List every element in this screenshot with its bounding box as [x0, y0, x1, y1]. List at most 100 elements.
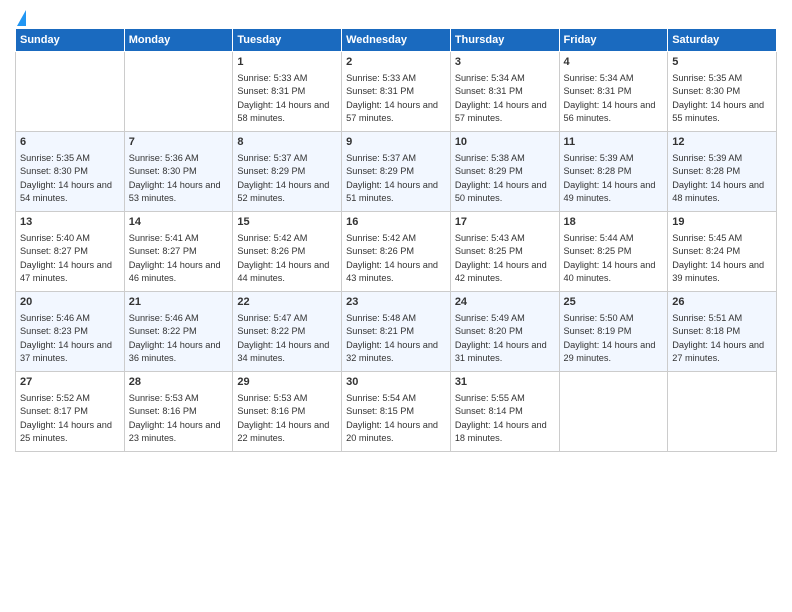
- calendar-cell: 16Sunrise: 5:42 AMSunset: 8:26 PMDayligh…: [342, 212, 451, 292]
- week-row-3: 13 Sunrise: 5:40 AMSunset: 8:27 PMDayligh…: [16, 212, 777, 292]
- calendar-cell: 1Sunrise: 5:33 AMSunset: 8:31 PMDaylight…: [233, 52, 342, 132]
- day-number: 24: [455, 295, 555, 310]
- calendar-cell: [124, 52, 233, 132]
- calendar-cell: 13 Sunrise: 5:40 AMSunset: 8:27 PMDayligh…: [16, 212, 125, 292]
- calendar-cell: 27 Sunrise: 5:52 AMSunset: 8:17 PMDayligh…: [16, 372, 125, 452]
- weekday-header-thursday: Thursday: [450, 29, 559, 52]
- day-number: 4: [564, 55, 664, 70]
- day-number: 6: [20, 135, 120, 150]
- day-number: 21: [129, 295, 229, 310]
- day-number: 5: [672, 55, 772, 70]
- calendar-cell: 7 Sunrise: 5:36 AMSunset: 8:30 PMDaylight…: [124, 132, 233, 212]
- calendar-cell: [16, 52, 125, 132]
- cell-detail: Sunrise: 5:33 AMSunset: 8:31 PMDaylight:…: [346, 73, 438, 124]
- day-number: 23: [346, 295, 446, 310]
- cell-detail: Sunrise: 5:39 AMSunset: 8:28 PMDaylight:…: [672, 153, 764, 204]
- day-number: 29: [237, 375, 337, 390]
- day-number: 25: [564, 295, 664, 310]
- weekday-header-tuesday: Tuesday: [233, 29, 342, 52]
- weekday-header-monday: Monday: [124, 29, 233, 52]
- cell-detail: Sunrise: 5:33 AMSunset: 8:31 PMDaylight:…: [237, 73, 329, 124]
- day-number: 17: [455, 215, 555, 230]
- day-number: 28: [129, 375, 229, 390]
- week-row-5: 27 Sunrise: 5:52 AMSunset: 8:17 PMDayligh…: [16, 372, 777, 452]
- calendar-cell: 14Sunrise: 5:41 AMSunset: 8:27 PMDayligh…: [124, 212, 233, 292]
- calendar-cell: [559, 372, 668, 452]
- calendar-cell: [668, 372, 777, 452]
- cell-detail: Sunrise: 5:45 AMSunset: 8:24 PMDaylight:…: [672, 233, 764, 284]
- calendar-cell: 4 Sunrise: 5:34 AMSunset: 8:31 PMDaylight…: [559, 52, 668, 132]
- week-row-2: 6Sunrise: 5:35 AMSunset: 8:30 PMDaylight…: [16, 132, 777, 212]
- calendar-table: SundayMondayTuesdayWednesdayThursdayFrid…: [15, 28, 777, 452]
- cell-detail: Sunrise: 5:46 AMSunset: 8:22 PMDaylight:…: [129, 313, 221, 364]
- cell-detail: Sunrise: 5:50 AMSunset: 8:19 PMDaylight:…: [564, 313, 656, 364]
- cell-detail: Sunrise: 5:53 AMSunset: 8:16 PMDaylight:…: [129, 393, 221, 444]
- calendar-cell: 31Sunrise: 5:55 AMSunset: 8:14 PMDayligh…: [450, 372, 559, 452]
- day-number: 12: [672, 135, 772, 150]
- calendar-cell: 28 Sunrise: 5:53 AMSunset: 8:16 PMDayligh…: [124, 372, 233, 452]
- day-number: 30: [346, 375, 446, 390]
- calendar-cell: 30Sunrise: 5:54 AMSunset: 8:15 PMDayligh…: [342, 372, 451, 452]
- cell-detail: Sunrise: 5:53 AMSunset: 8:16 PMDaylight:…: [237, 393, 329, 444]
- cell-detail: Sunrise: 5:52 AMSunset: 8:17 PMDaylight:…: [20, 393, 112, 444]
- cell-detail: Sunrise: 5:46 AMSunset: 8:23 PMDaylight:…: [20, 313, 112, 364]
- cell-detail: Sunrise: 5:51 AMSunset: 8:18 PMDaylight:…: [672, 313, 764, 364]
- cell-detail: Sunrise: 5:38 AMSunset: 8:29 PMDaylight:…: [455, 153, 547, 204]
- calendar-cell: 5 Sunrise: 5:35 AMSunset: 8:30 PMDaylight…: [668, 52, 777, 132]
- weekday-header-row: SundayMondayTuesdayWednesdayThursdayFrid…: [16, 29, 777, 52]
- day-number: 26: [672, 295, 772, 310]
- day-number: 13: [20, 215, 120, 230]
- calendar-cell: 6Sunrise: 5:35 AMSunset: 8:30 PMDaylight…: [16, 132, 125, 212]
- calendar-cell: 25 Sunrise: 5:50 AMSunset: 8:19 PMDayligh…: [559, 292, 668, 372]
- calendar-cell: 22 Sunrise: 5:47 AMSunset: 8:22 PMDayligh…: [233, 292, 342, 372]
- cell-detail: Sunrise: 5:40 AMSunset: 8:27 PMDaylight:…: [20, 233, 112, 284]
- week-row-4: 20 Sunrise: 5:46 AMSunset: 8:23 PMDayligh…: [16, 292, 777, 372]
- day-number: 11: [564, 135, 664, 150]
- calendar-cell: 20 Sunrise: 5:46 AMSunset: 8:23 PMDayligh…: [16, 292, 125, 372]
- calendar-cell: 15Sunrise: 5:42 AMSunset: 8:26 PMDayligh…: [233, 212, 342, 292]
- cell-detail: Sunrise: 5:47 AMSunset: 8:22 PMDaylight:…: [237, 313, 329, 364]
- day-number: 27: [20, 375, 120, 390]
- calendar-cell: 18 Sunrise: 5:44 AMSunset: 8:25 PMDayligh…: [559, 212, 668, 292]
- weekday-header-sunday: Sunday: [16, 29, 125, 52]
- cell-detail: Sunrise: 5:42 AMSunset: 8:26 PMDaylight:…: [237, 233, 329, 284]
- cell-detail: Sunrise: 5:34 AMSunset: 8:31 PMDaylight:…: [564, 73, 656, 124]
- calendar-cell: 8 Sunrise: 5:37 AMSunset: 8:29 PMDaylight…: [233, 132, 342, 212]
- header: [15, 10, 777, 20]
- day-number: 3: [455, 55, 555, 70]
- day-number: 14: [129, 215, 229, 230]
- cell-detail: Sunrise: 5:39 AMSunset: 8:28 PMDaylight:…: [564, 153, 656, 204]
- cell-detail: Sunrise: 5:42 AMSunset: 8:26 PMDaylight:…: [346, 233, 438, 284]
- calendar-cell: 3 Sunrise: 5:34 AMSunset: 8:31 PMDaylight…: [450, 52, 559, 132]
- cell-detail: Sunrise: 5:44 AMSunset: 8:25 PMDaylight:…: [564, 233, 656, 284]
- calendar-cell: 26 Sunrise: 5:51 AMSunset: 8:18 PMDayligh…: [668, 292, 777, 372]
- calendar-cell: 9 Sunrise: 5:37 AMSunset: 8:29 PMDaylight…: [342, 132, 451, 212]
- day-number: 10: [455, 135, 555, 150]
- day-number: 19: [672, 215, 772, 230]
- week-row-1: 1Sunrise: 5:33 AMSunset: 8:31 PMDaylight…: [16, 52, 777, 132]
- calendar-cell: 17Sunrise: 5:43 AMSunset: 8:25 PMDayligh…: [450, 212, 559, 292]
- cell-detail: Sunrise: 5:35 AMSunset: 8:30 PMDaylight:…: [672, 73, 764, 124]
- calendar-cell: 11 Sunrise: 5:39 AMSunset: 8:28 PMDayligh…: [559, 132, 668, 212]
- cell-detail: Sunrise: 5:36 AMSunset: 8:30 PMDaylight:…: [129, 153, 221, 204]
- logo: [15, 10, 26, 20]
- calendar-cell: 24 Sunrise: 5:49 AMSunset: 8:20 PMDayligh…: [450, 292, 559, 372]
- cell-detail: Sunrise: 5:49 AMSunset: 8:20 PMDaylight:…: [455, 313, 547, 364]
- day-number: 18: [564, 215, 664, 230]
- day-number: 20: [20, 295, 120, 310]
- day-number: 7: [129, 135, 229, 150]
- day-number: 9: [346, 135, 446, 150]
- calendar-cell: 19 Sunrise: 5:45 AMSunset: 8:24 PMDayligh…: [668, 212, 777, 292]
- day-number: 22: [237, 295, 337, 310]
- cell-detail: Sunrise: 5:34 AMSunset: 8:31 PMDaylight:…: [455, 73, 547, 124]
- day-number: 2: [346, 55, 446, 70]
- calendar-cell: 23 Sunrise: 5:48 AMSunset: 8:21 PMDayligh…: [342, 292, 451, 372]
- cell-detail: Sunrise: 5:48 AMSunset: 8:21 PMDaylight:…: [346, 313, 438, 364]
- weekday-header-saturday: Saturday: [668, 29, 777, 52]
- weekday-header-friday: Friday: [559, 29, 668, 52]
- day-number: 8: [237, 135, 337, 150]
- page: SundayMondayTuesdayWednesdayThursdayFrid…: [0, 0, 792, 612]
- cell-detail: Sunrise: 5:37 AMSunset: 8:29 PMDaylight:…: [346, 153, 438, 204]
- calendar-cell: 12 Sunrise: 5:39 AMSunset: 8:28 PMDayligh…: [668, 132, 777, 212]
- cell-detail: Sunrise: 5:37 AMSunset: 8:29 PMDaylight:…: [237, 153, 329, 204]
